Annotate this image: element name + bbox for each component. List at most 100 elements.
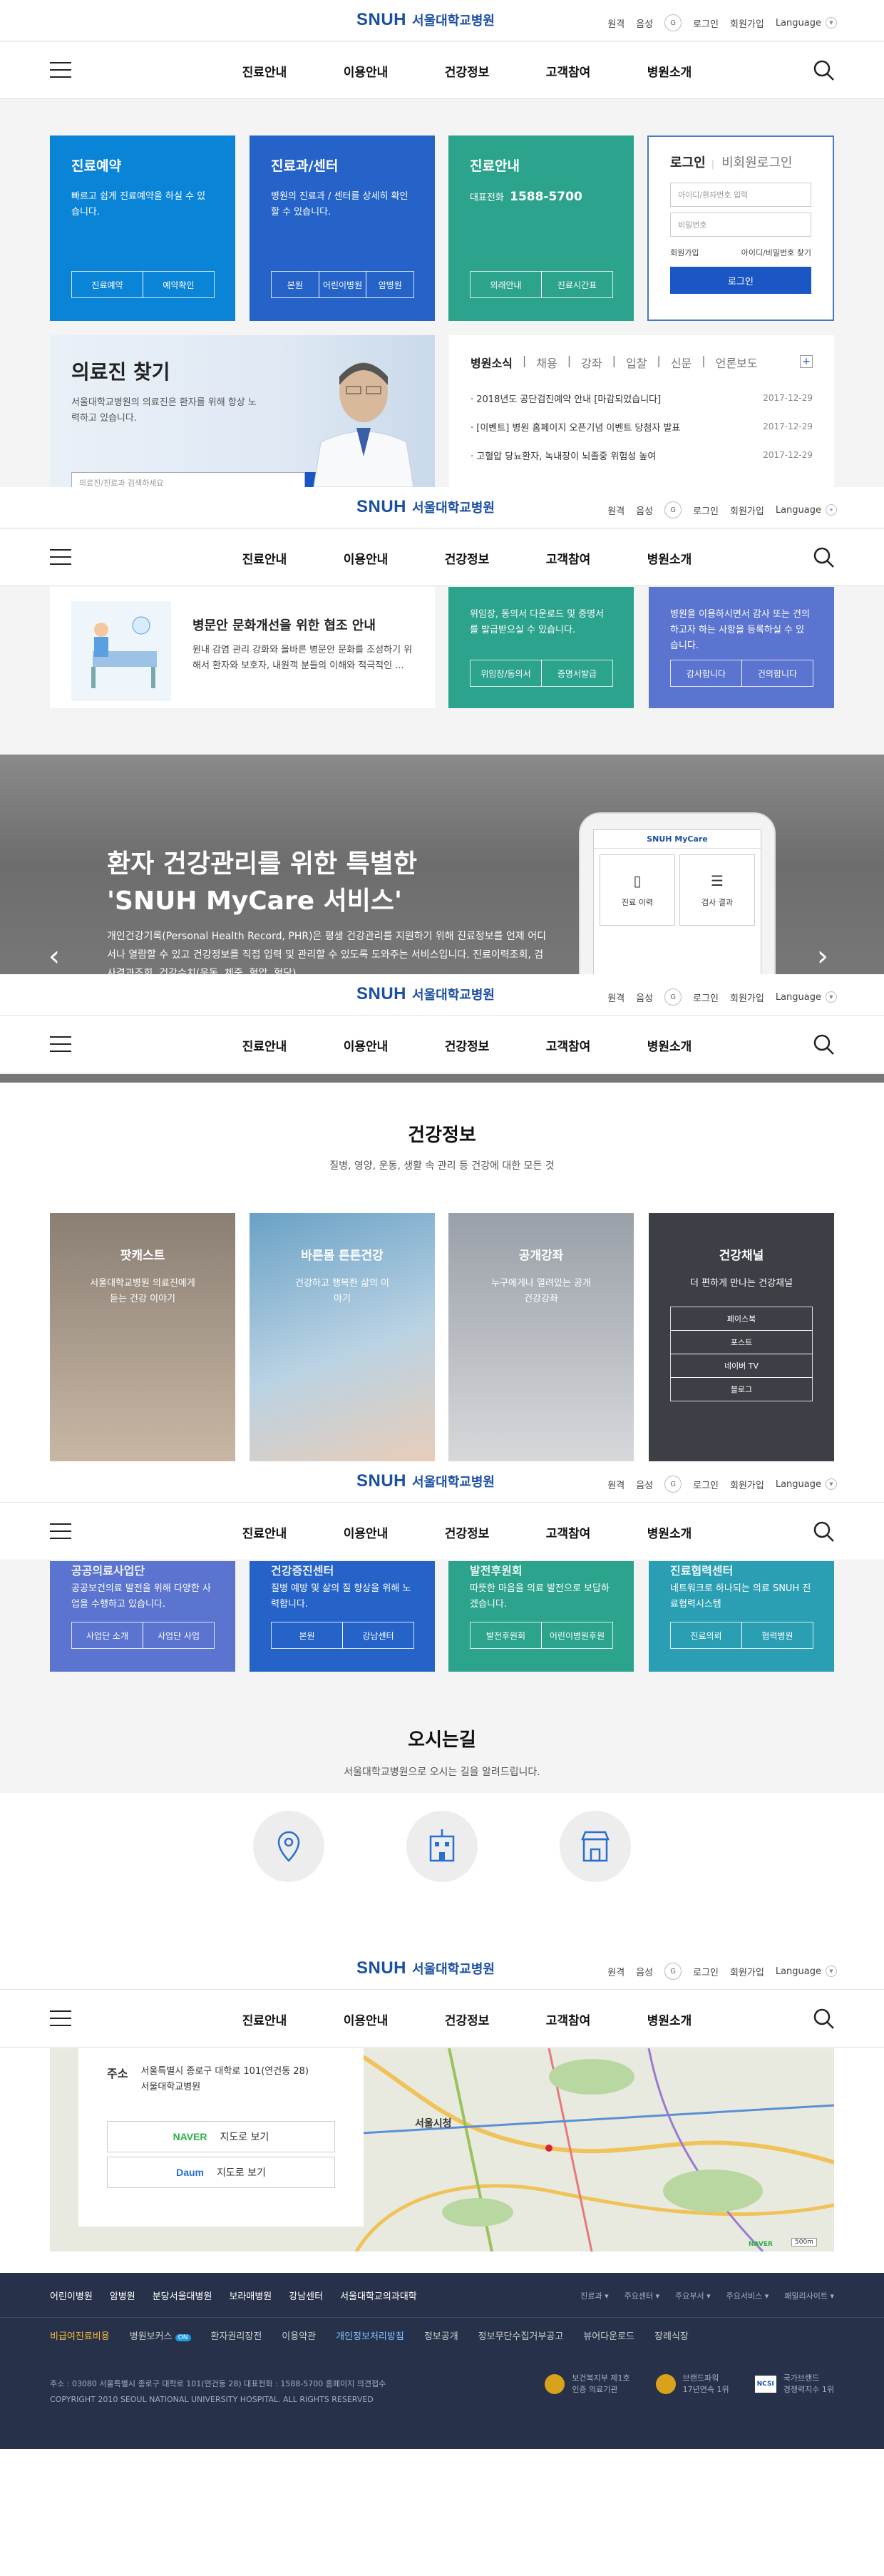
- guest-login-tab[interactable]: 비회원로그인: [721, 155, 792, 170]
- search-icon[interactable]: [813, 59, 836, 82]
- util-voice[interactable]: 음성: [636, 1965, 653, 1978]
- tab-news[interactable]: 병원소식: [471, 354, 513, 371]
- nav-item[interactable]: 병원소개: [619, 1036, 720, 1054]
- nav-item[interactable]: 이용안내: [315, 62, 416, 80]
- footer-dropdown[interactable]: 진료과 ▾: [580, 2290, 608, 2301]
- language-select[interactable]: Language ▼: [776, 991, 837, 1003]
- util-remote[interactable]: 원격: [607, 991, 625, 1004]
- util-remote[interactable]: 원격: [607, 1478, 625, 1491]
- checkup-main-button[interactable]: 본원: [271, 1622, 343, 1649]
- signup-link[interactable]: 회원가입: [730, 504, 764, 517]
- thanks-button[interactable]: 감사합니다: [670, 660, 742, 687]
- ctrl-icon[interactable]: G: [664, 1476, 682, 1493]
- nav-item[interactable]: 이용안내: [315, 2010, 416, 2028]
- footer-link[interactable]: 비급여진료비용: [50, 2329, 110, 2342]
- referral-button[interactable]: 진료의뢰: [670, 1622, 742, 1649]
- nav-item[interactable]: 고객참여: [518, 1523, 619, 1541]
- partner-button[interactable]: 협력병원: [741, 1622, 813, 1649]
- footer-link[interactable]: 암병원: [110, 2289, 135, 2302]
- language-select[interactable]: Language ▼: [776, 1478, 837, 1490]
- footer-link[interactable]: 보라매병원: [229, 2289, 272, 2302]
- logo[interactable]: SNUH 서울대학교병원: [356, 1958, 495, 1978]
- outpatient-button[interactable]: 외래안내: [470, 271, 542, 298]
- language-select[interactable]: Language ▼: [776, 17, 837, 29]
- visit-culture-panel[interactable]: 병문안 문화개선을 위한 협조 안내 원내 감염 관리 강화와 올바른 병문안 …: [50, 587, 435, 708]
- ctrl-icon[interactable]: G: [664, 14, 682, 31]
- news-item[interactable]: · 2018년도 공단검진예약 안내 [마감되었습니다] 2017-12-29: [471, 384, 813, 412]
- store-circle[interactable]: [560, 1811, 631, 1882]
- reserve-check-button[interactable]: 예약확인: [143, 271, 215, 298]
- nav-item[interactable]: 고객참여: [518, 62, 619, 80]
- dept-main-button[interactable]: 본원: [271, 271, 319, 298]
- footer-link[interactable]: 이용약관: [282, 2329, 316, 2342]
- util-voice[interactable]: 음성: [636, 16, 653, 30]
- proxy-consent-button[interactable]: 위임장/동의서: [470, 660, 542, 687]
- public-project-button[interactable]: 사업단 사업: [143, 1622, 215, 1649]
- util-remote[interactable]: 원격: [607, 504, 625, 517]
- daum-map-button[interactable]: Daum 지도로 보기: [107, 2157, 335, 2188]
- footer-link[interactable]: 장례식장: [654, 2329, 689, 2342]
- nav-item[interactable]: 이용안내: [315, 1036, 416, 1054]
- ctrl-icon[interactable]: G: [664, 1963, 682, 1980]
- checkup-gangnam-button[interactable]: 강남센터: [342, 1622, 414, 1649]
- footer-dropdown[interactable]: 주요센터 ▾: [625, 2290, 660, 2301]
- naver-map-button[interactable]: NAVER 지도로 보기: [107, 2121, 335, 2152]
- login-tab[interactable]: 로그인: [670, 155, 706, 170]
- hamburger-icon[interactable]: [50, 2010, 71, 2026]
- nav-item[interactable]: 진료안내: [214, 549, 315, 567]
- hamburger-icon[interactable]: [50, 549, 71, 565]
- hamburger-icon[interactable]: [50, 1523, 71, 1539]
- search-icon[interactable]: [813, 546, 836, 569]
- tab-bid[interactable]: 입찰: [626, 354, 647, 371]
- footer-link[interactable]: 어린이병원: [50, 2289, 93, 2302]
- nav-item[interactable]: 고객참여: [518, 549, 619, 567]
- password-field[interactable]: 비밀번호: [670, 213, 811, 237]
- util-remote[interactable]: 원격: [607, 1965, 625, 1978]
- hamburger-icon[interactable]: [50, 1036, 71, 1052]
- id-field[interactable]: 아이디/환자번호 입력: [670, 183, 811, 207]
- footer-link[interactable]: 병원보커스 ON: [130, 2329, 191, 2342]
- facebook-link[interactable]: 페이스북: [670, 1307, 813, 1331]
- tab-newspaper[interactable]: 신문: [671, 354, 692, 371]
- util-voice[interactable]: 음성: [636, 504, 653, 517]
- nav-item[interactable]: 이용안내: [315, 549, 416, 567]
- footer-dropdown[interactable]: 주요서비스 ▾: [726, 2290, 769, 2301]
- nav-item[interactable]: 병원소개: [619, 2010, 720, 2028]
- footer-link[interactable]: 정보공개: [424, 2329, 458, 2342]
- building-circle[interactable]: [406, 1811, 478, 1882]
- blog-link[interactable]: 블로그: [670, 1377, 813, 1401]
- signup-link[interactable]: 회원가입: [670, 247, 699, 258]
- nav-item[interactable]: 건강정보: [416, 1036, 518, 1054]
- tab-lecture[interactable]: 강좌: [581, 354, 602, 371]
- news-item[interactable]: · 고혈압 당뇨환자, 녹내장이 뇌졸중 위험성 높여 2017-12-29: [471, 441, 813, 469]
- util-voice[interactable]: 음성: [636, 1478, 653, 1491]
- tab-recruit[interactable]: 채용: [536, 354, 557, 371]
- news-item[interactable]: · [이벤트] 병원 홈페이지 오픈기념 이벤트 당첨자 발표 2017-12-2…: [471, 412, 813, 441]
- footer-dropdown[interactable]: 패밀리사이트 ▾: [784, 2290, 834, 2301]
- logo[interactable]: SNUH 서울대학교병원: [356, 1471, 495, 1491]
- footer-link[interactable]: 정보무단수집거부공고: [478, 2329, 564, 2342]
- search-icon[interactable]: [813, 1033, 836, 1056]
- tab-press[interactable]: 언론보도: [716, 354, 758, 371]
- certificate-button[interactable]: 증명서발급: [541, 660, 613, 687]
- footer-link[interactable]: 개인정보처리방침: [336, 2329, 404, 2342]
- body-health-card[interactable]: 바른몸 튼튼건강 건강하고 행복한 삶의 이야기: [250, 1213, 435, 1461]
- language-select[interactable]: Language ▼: [776, 1966, 837, 1977]
- find-account-link[interactable]: 아이디/비밀번호 찾기: [741, 247, 811, 258]
- lecture-card[interactable]: 공개강좌 누구에게나 열려있는 공개 건강강좌: [448, 1213, 634, 1461]
- signup-link[interactable]: 회원가입: [730, 1965, 764, 1978]
- doctor-search-input[interactable]: 의료진/진료과 검색하세요: [71, 472, 305, 487]
- location-circle[interactable]: [253, 1811, 324, 1882]
- util-voice[interactable]: 음성: [636, 991, 653, 1004]
- signup-link[interactable]: 회원가입: [730, 16, 764, 30]
- util-remote[interactable]: 원격: [607, 16, 625, 30]
- nav-item[interactable]: 건강정보: [416, 62, 518, 80]
- login-link[interactable]: 로그인: [693, 504, 719, 517]
- footer-link[interactable]: 뷰어다운로드: [583, 2329, 634, 2342]
- login-button[interactable]: 로그인: [670, 267, 811, 294]
- footer-link[interactable]: 분당서울대병원: [153, 2289, 212, 2302]
- nav-item[interactable]: 건강정보: [416, 1523, 518, 1541]
- search-icon[interactable]: [813, 1520, 836, 1543]
- login-link[interactable]: 로그인: [693, 16, 719, 30]
- nav-item[interactable]: 병원소개: [619, 549, 720, 567]
